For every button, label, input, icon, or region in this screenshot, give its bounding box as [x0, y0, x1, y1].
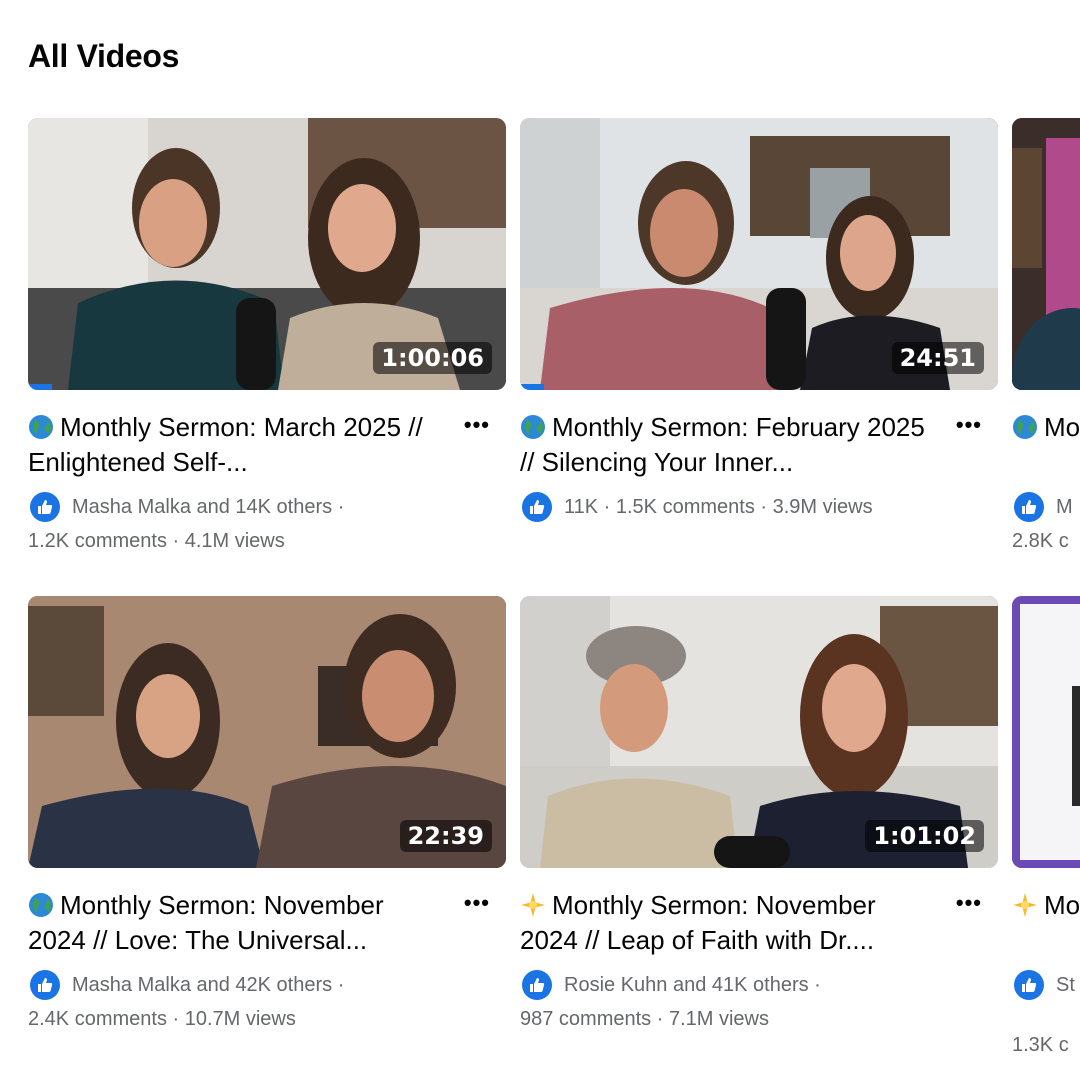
more-options-button[interactable]: •••: [464, 890, 490, 916]
watch-progress-bar: [28, 384, 52, 390]
video-thumbnail[interactable]: [1012, 118, 1080, 390]
video-card[interactable]: 24:51 Monthly Sermon: February 2025 // S…: [520, 118, 998, 526]
thumbnail-image: [1012, 118, 1080, 390]
globe-icon: [29, 893, 53, 917]
video-title-row[interactable]: Mo 2025: [1012, 410, 1080, 445]
video-thumbnail[interactable]: 1:01:02: [520, 596, 998, 868]
reactions-text[interactable]: M: [1056, 492, 1073, 522]
video-duration: 22:39: [399, 820, 492, 852]
thumbnail-image: [1012, 596, 1080, 868]
video-card[interactable]: 1:01:02 Monthly Sermon: November 2024 //…: [520, 596, 998, 1034]
video-thumbnail[interactable]: [1012, 596, 1080, 868]
video-card[interactable]: 1:00:06 Monthly Sermon: March 2025 // En…: [28, 118, 506, 556]
more-options-button[interactable]: •••: [956, 890, 982, 916]
reactions-row: 11K · 1.5K comments · 3.9M views: [520, 492, 998, 522]
reactions-text[interactable]: 11K · 1.5K comments · 3.9M views: [564, 492, 873, 522]
like-icon: [1014, 970, 1044, 1000]
video-title: Mo // Exp: [1044, 890, 1080, 920]
video-title-row[interactable]: Monthly Sermon: November 2024 // Love: T…: [28, 888, 446, 958]
reactions-text[interactable]: St: [1056, 970, 1075, 1000]
video-title: Monthly Sermon: March 2025 // Enlightene…: [28, 412, 423, 477]
video-thumbnail[interactable]: 22:39: [28, 596, 506, 868]
video-title-row[interactable]: Mo // Exp: [1012, 888, 1080, 923]
like-icon: [30, 492, 60, 522]
like-icon: [522, 492, 552, 522]
video-stats: 987 comments · 7.1M views: [520, 1008, 769, 1030]
globe-icon: [1013, 415, 1037, 439]
video-stats: 2.8K c: [1012, 530, 1069, 552]
video-stats: 1.3K c: [1012, 1034, 1069, 1056]
reactions-row: St: [1012, 970, 1080, 1000]
watch-progress-bar: [520, 384, 544, 390]
reactions-row: Masha Malka and 14K others ·: [28, 492, 506, 522]
like-icon: [522, 970, 552, 1000]
video-card[interactable]: 22:39 Monthly Sermon: November 2024 // L…: [28, 596, 506, 1034]
video-thumbnail[interactable]: 24:51: [520, 118, 998, 390]
reactions-row: Rosie Kuhn and 41K others ·: [520, 970, 998, 1000]
video-title-row[interactable]: Monthly Sermon: November 2024 // Leap of…: [520, 888, 938, 958]
reactions-text[interactable]: Masha Malka and 14K others ·: [72, 492, 344, 522]
globe-icon: [29, 415, 53, 439]
video-title-row[interactable]: Monthly Sermon: February 2025 // Silenci…: [520, 410, 938, 480]
sparkle-icon: [1013, 893, 1037, 917]
reactions-row: Masha Malka and 42K others ·: [28, 970, 506, 1000]
video-duration: 24:51: [891, 342, 984, 374]
video-thumbnail[interactable]: 1:00:06: [28, 118, 506, 390]
like-icon: [30, 970, 60, 1000]
video-card-partial[interactable]: Mo 2025 M 2.8K c: [1012, 118, 1080, 558]
reactions-text[interactable]: Masha Malka and 42K others ·: [72, 970, 344, 1000]
video-duration: 1:00:06: [373, 342, 492, 374]
video-title: Monthly Sermon: November 2024 // Leap of…: [520, 890, 876, 955]
more-options-button[interactable]: •••: [956, 412, 982, 438]
video-duration: 1:01:02: [865, 820, 984, 852]
reactions-text[interactable]: Rosie Kuhn and 41K others ·: [564, 970, 821, 1000]
sparkle-icon: [521, 893, 545, 917]
globe-icon: [521, 415, 545, 439]
video-title: Monthly Sermon: November 2024 // Love: T…: [28, 890, 384, 955]
video-title: Monthly Sermon: February 2025 // Silenci…: [520, 412, 925, 477]
more-options-button[interactable]: •••: [464, 412, 490, 438]
video-title: Mo 2025: [1044, 412, 1080, 442]
video-title-row[interactable]: Monthly Sermon: March 2025 // Enlightene…: [28, 410, 446, 480]
page-title: All Videos: [28, 38, 180, 74]
video-stats: 1.2K comments · 4.1M views: [28, 530, 285, 552]
video-stats: 2.4K comments · 10.7M views: [28, 1008, 296, 1030]
video-card-partial[interactable]: Mo // Exp St 1.3K c: [1012, 596, 1080, 1066]
reactions-row: M: [1012, 492, 1080, 522]
like-icon: [1014, 492, 1044, 522]
